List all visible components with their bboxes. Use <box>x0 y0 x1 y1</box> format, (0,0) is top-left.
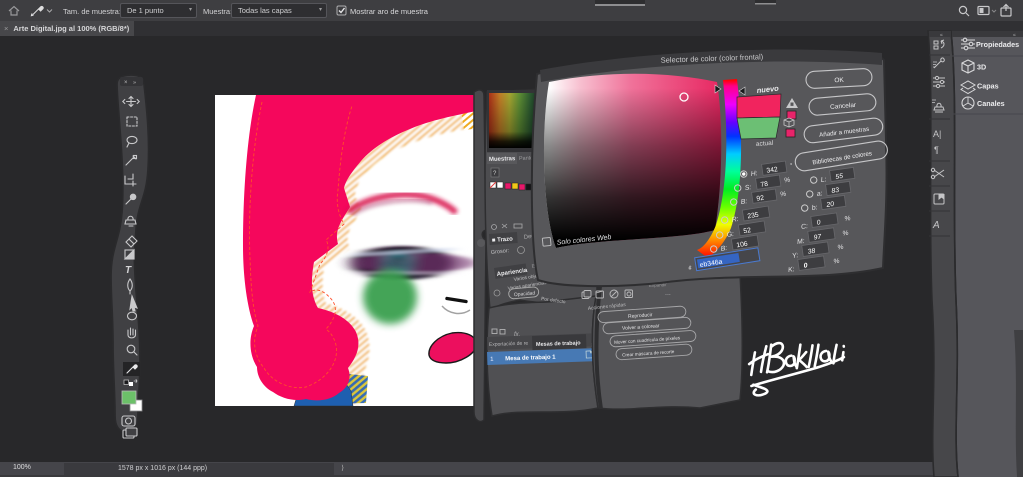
svg-text:B:: B: <box>740 198 747 206</box>
svg-text:×: × <box>124 80 128 86</box>
svg-text:¶: ¶ <box>934 145 939 155</box>
svg-text:actual: actual <box>756 140 774 148</box>
svg-text:C:: C: <box>801 223 809 231</box>
svg-text:97: 97 <box>813 234 822 242</box>
svg-text:B:: B: <box>720 245 728 253</box>
svg-text:T: T <box>125 265 132 276</box>
svg-text:«: « <box>940 33 943 39</box>
svg-text:%: % <box>784 177 791 185</box>
svg-text:92: 92 <box>756 195 765 203</box>
svg-text:%: % <box>780 191 787 199</box>
svg-text:OK: OK <box>834 77 844 85</box>
svg-text:a:: a: <box>816 190 823 198</box>
svg-text:Muestras: Muestras <box>489 156 516 163</box>
svg-text:S:: S: <box>744 184 751 192</box>
svg-text:83: 83 <box>831 187 840 195</box>
svg-text:A|: A| <box>933 129 941 139</box>
svg-text:Y:: Y: <box>792 252 799 260</box>
svg-text:55: 55 <box>835 173 844 181</box>
svg-text:»: » <box>133 80 136 86</box>
svg-text:A: A <box>932 220 940 231</box>
svg-text:Canales: Canales <box>977 99 1005 108</box>
svg-text:G:: G: <box>726 231 734 239</box>
svg-text:3D: 3D <box>977 63 986 72</box>
svg-text:78: 78 <box>760 181 769 189</box>
svg-text:38: 38 <box>807 248 816 256</box>
svg-text:b:: b: <box>811 204 818 212</box>
svg-text:%: % <box>842 230 849 238</box>
svg-text:R:: R: <box>731 216 739 224</box>
svg-text:K:: K: <box>788 266 795 274</box>
svg-text:%: % <box>833 258 840 266</box>
svg-text:52: 52 <box>743 227 752 235</box>
svg-text:Propiedades: Propiedades <box>976 40 1019 49</box>
svg-text:L:: L: <box>820 176 827 184</box>
svg-text:%: % <box>844 215 851 223</box>
svg-text:H:: H: <box>750 170 758 178</box>
svg-text:«: « <box>1013 33 1016 39</box>
svg-text:Capas: Capas <box>977 82 999 91</box>
svg-text:M:: M: <box>797 238 806 246</box>
svg-text:...: ... <box>665 290 671 297</box>
svg-text:%: % <box>837 244 844 252</box>
svg-text:20: 20 <box>825 201 835 209</box>
